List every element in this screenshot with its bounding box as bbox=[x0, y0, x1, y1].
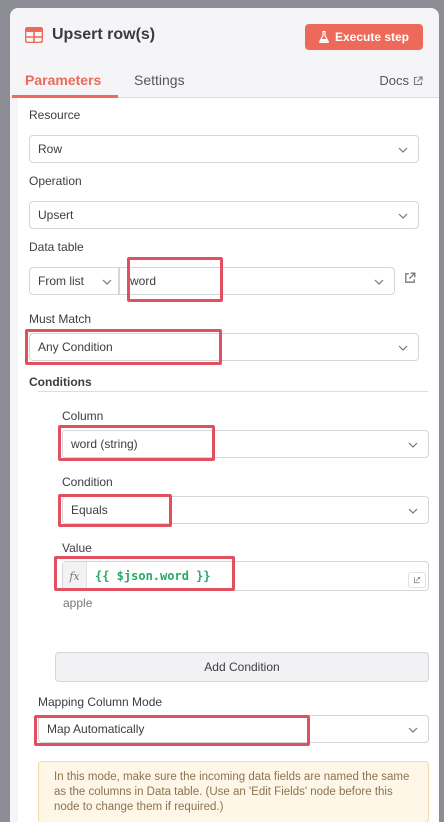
condition-value-expression-input[interactable]: fx {{ $json.word }} bbox=[62, 561, 429, 591]
docs-label: Docs bbox=[379, 73, 409, 88]
data-table-label: Data table bbox=[29, 240, 84, 254]
execute-step-label: Execute step bbox=[334, 30, 410, 44]
tab-bar: Parameters Settings Docs bbox=[10, 64, 439, 98]
must-match-select[interactable]: Any Condition bbox=[29, 333, 419, 361]
panel-header: Upsert row(s) Execute step bbox=[10, 8, 439, 64]
operation-value: Upsert bbox=[38, 208, 74, 222]
mapping-column-mode-value: Map Automatically bbox=[47, 722, 145, 736]
expand-expression-icon[interactable] bbox=[408, 572, 426, 588]
mapping-column-mode-select[interactable]: Map Automatically bbox=[38, 715, 429, 743]
resource-value: Row bbox=[38, 142, 63, 156]
condition-column-value: word (string) bbox=[71, 437, 138, 451]
chevron-down-icon bbox=[398, 147, 408, 153]
conditions-divider bbox=[38, 391, 428, 392]
node-details-panel: Upsert row(s) Execute step Parameters Se… bbox=[10, 8, 439, 822]
operation-select[interactable]: Upsert bbox=[29, 201, 419, 229]
condition-operator-select[interactable]: Equals bbox=[62, 496, 429, 524]
chevron-down-icon bbox=[102, 279, 112, 285]
chevron-down-icon bbox=[374, 279, 384, 285]
add-condition-button[interactable]: Add Condition bbox=[55, 652, 429, 682]
data-table-mode-select[interactable]: From list bbox=[29, 267, 119, 295]
external-link-icon bbox=[413, 75, 423, 85]
fx-icon: fx bbox=[63, 562, 87, 590]
resource-label: Resource bbox=[29, 108, 81, 122]
must-match-value: Any Condition bbox=[38, 340, 113, 354]
chevron-down-icon bbox=[408, 442, 418, 448]
table-icon bbox=[25, 27, 43, 43]
chevron-down-icon bbox=[398, 213, 408, 219]
chevron-down-icon bbox=[408, 508, 418, 514]
condition-column-label: Column bbox=[62, 409, 104, 423]
expression-text: {{ $json.word }} bbox=[95, 569, 211, 583]
resource-select[interactable]: Row bbox=[29, 135, 419, 163]
node-title: Upsert row(s) bbox=[52, 26, 156, 43]
tab-settings[interactable]: Settings bbox=[134, 72, 185, 88]
execute-step-button[interactable]: Execute step bbox=[305, 24, 423, 50]
condition-column-select[interactable]: word (string) bbox=[62, 430, 429, 458]
condition-operator-value: Equals bbox=[71, 503, 108, 517]
mapping-column-mode-label: Mapping Column Mode bbox=[38, 695, 163, 709]
chevron-down-icon bbox=[398, 345, 408, 351]
chevron-down-icon bbox=[408, 727, 418, 733]
mapping-notice: In this mode, make sure the incoming dat… bbox=[38, 761, 429, 822]
data-table-value: word bbox=[130, 274, 157, 288]
condition-operator-label: Condition bbox=[62, 475, 113, 489]
docs-link[interactable]: Docs bbox=[379, 73, 423, 88]
data-table-mode-value: From list bbox=[38, 274, 84, 288]
operation-label: Operation bbox=[29, 174, 82, 188]
flask-icon bbox=[319, 31, 329, 43]
tab-parameters[interactable]: Parameters bbox=[25, 72, 101, 88]
data-table-select[interactable]: word bbox=[119, 267, 395, 295]
parameters-content: Resource Row Operation Upsert Data table… bbox=[18, 98, 439, 822]
conditions-label: Conditions bbox=[29, 375, 92, 389]
must-match-label: Must Match bbox=[29, 312, 92, 326]
open-table-external-icon[interactable] bbox=[404, 272, 416, 284]
expression-preview: apple bbox=[63, 596, 93, 610]
condition-value-label: Value bbox=[62, 541, 92, 555]
